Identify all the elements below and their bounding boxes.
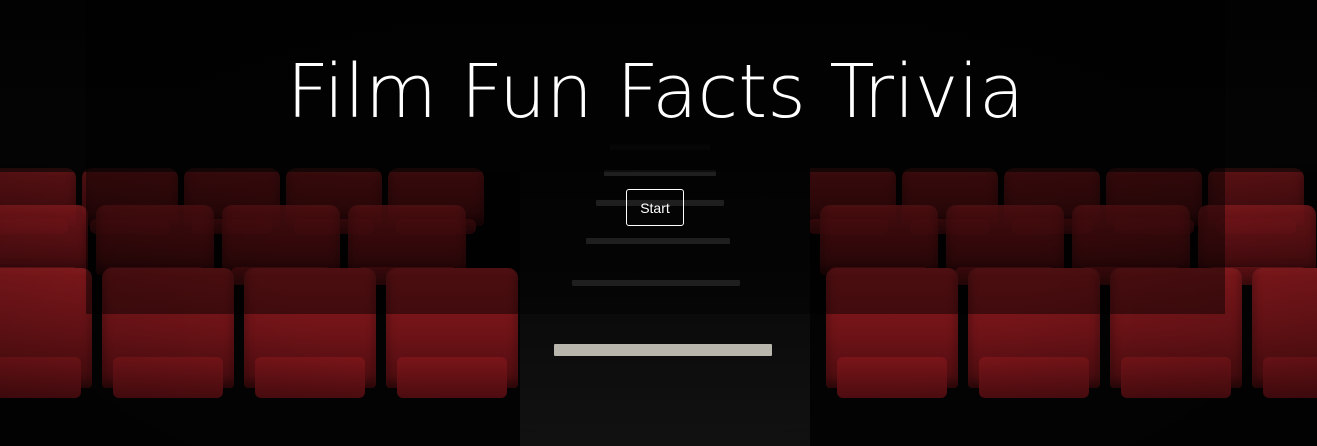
trivia-landing: Film Fun Facts Trivia Start	[0, 0, 1317, 446]
seat	[0, 268, 92, 398]
start-button[interactable]: Start	[626, 189, 684, 226]
seat	[0, 205, 88, 285]
page-title: Film Fun Facts Trivia	[286, 49, 1025, 135]
hero-card: Film Fun Facts Trivia Start	[86, 0, 1225, 314]
seat	[1252, 268, 1317, 398]
